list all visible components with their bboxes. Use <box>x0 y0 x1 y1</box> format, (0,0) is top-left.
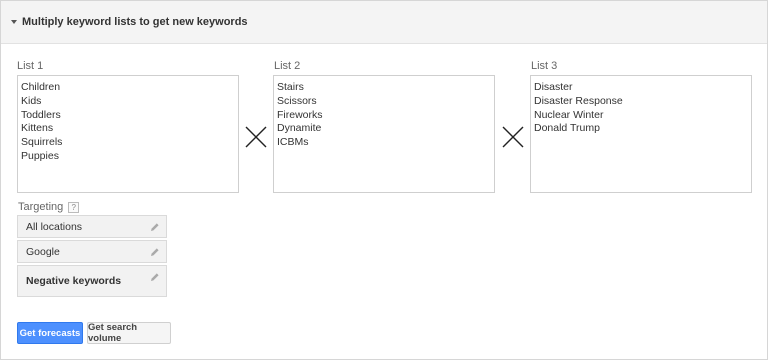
network-targeting-button[interactable]: Google <box>17 240 167 263</box>
section-header[interactable]: Multiply keyword lists to get new keywor… <box>1 1 767 44</box>
location-value: All locations <box>26 220 83 233</box>
list-item: Dynamite <box>277 122 322 135</box>
section-title: Multiply keyword lists to get new keywor… <box>22 16 248 28</box>
targeting-label: Targeting ? <box>18 201 80 213</box>
caret-down-icon <box>11 20 17 24</box>
list-2-textarea[interactable]: Stairs Scissors Fireworks Dynamite ICBMs <box>273 75 495 193</box>
list-item: ICBMs <box>277 136 309 149</box>
list-item: Donald Trump <box>534 122 600 135</box>
list-item: Children <box>21 81 61 93</box>
list-3-label: List 3 <box>531 60 558 72</box>
list-1-textarea[interactable]: Children Kids Toddlers Kittens Squirrels… <box>17 75 239 193</box>
multiply-icon <box>502 126 524 148</box>
list-item: Nuclear Winter <box>534 108 604 121</box>
list-2-label: List 2 <box>274 60 301 72</box>
targeting-label-text: Targeting <box>18 201 64 213</box>
list-item: Kids <box>21 94 42 107</box>
keyword-multiplier-panel: Multiply keyword lists to get new keywor… <box>0 0 768 360</box>
list-item: Scissors <box>277 94 317 107</box>
pencil-icon <box>151 273 159 281</box>
list-item: Kittens <box>21 122 54 135</box>
list-item: Puppies <box>21 149 59 162</box>
pencil-icon <box>151 222 159 231</box>
list-item: Squirrels <box>21 136 63 149</box>
list-item: Toddlers <box>21 108 61 121</box>
list-3-textarea[interactable]: Disaster Disaster Response Nuclear Winte… <box>530 75 752 193</box>
list-1-label: List 1 <box>17 60 44 72</box>
negative-keywords-button[interactable]: Negative keywords <box>17 265 167 297</box>
get-forecasts-button[interactable]: Get forecasts <box>17 322 83 344</box>
multiply-icon <box>245 126 267 148</box>
pencil-icon <box>151 247 159 256</box>
list-item: Disaster Response <box>534 94 623 107</box>
get-search-volume-button[interactable]: Get search volume <box>87 322 171 344</box>
network-value: Google <box>26 245 60 258</box>
location-targeting-button[interactable]: All locations <box>17 215 167 238</box>
list-item: Stairs <box>277 81 304 93</box>
list-item: Disaster <box>534 81 573 93</box>
negative-keywords-label: Negative keywords <box>26 275 122 287</box>
help-icon[interactable]: ? <box>68 201 80 213</box>
list-item: Fireworks <box>277 108 323 121</box>
